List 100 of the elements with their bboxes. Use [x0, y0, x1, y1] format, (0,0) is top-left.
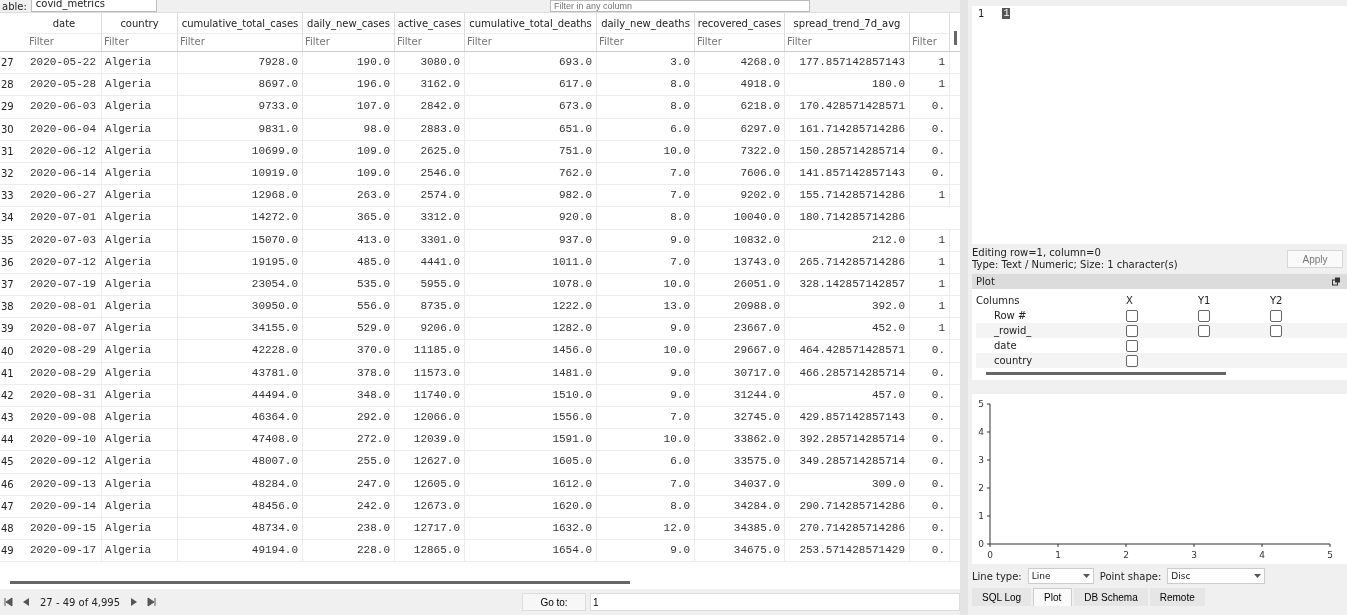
- checkbox[interactable]: [1126, 354, 1138, 367]
- column-header[interactable]: date: [52, 17, 76, 29]
- row-number[interactable]: 41: [0, 362, 27, 384]
- float-icon[interactable]: [1332, 277, 1341, 286]
- x-tick-label: 3: [1191, 550, 1197, 560]
- table-cell: 32745.0: [695, 407, 785, 429]
- global-filter-field[interactable]: Filter in any column: [550, 0, 810, 12]
- table-cell: 34155.0: [178, 318, 303, 340]
- checkbox[interactable]: [1198, 324, 1210, 337]
- vertical-scrollbar[interactable]: [954, 31, 957, 45]
- table-cell: 34675.0: [695, 540, 785, 562]
- table-cell: 2020-09-14: [27, 495, 102, 517]
- horizontal-scrollbar[interactable]: [986, 371, 1226, 375]
- last-page-icon[interactable]: [147, 597, 158, 607]
- table-cell: 12717.0: [395, 517, 465, 540]
- row-number[interactable]: 49: [0, 540, 27, 562]
- previous-icon[interactable]: [21, 597, 31, 607]
- table-cell: 1620.0: [465, 495, 597, 517]
- table-cell: 1: [910, 296, 950, 318]
- table-cell: 190.0: [303, 52, 395, 74]
- dock-tab[interactable]: Remote: [1149, 588, 1205, 606]
- horizontal-scrollbar[interactable]: [10, 580, 630, 584]
- caret-icon[interactable]: [1254, 574, 1262, 578]
- column-header[interactable]: active_cases: [397, 17, 462, 29]
- table-cell: Algeria: [102, 362, 178, 384]
- row-number[interactable]: 30: [0, 118, 27, 140]
- table-cell: 1456.0: [465, 340, 597, 362]
- checkbox[interactable]: [1270, 309, 1282, 322]
- checkbox[interactable]: [1126, 309, 1138, 322]
- table-cell: 452.0: [785, 318, 910, 340]
- row-number[interactable]: 45: [0, 451, 27, 473]
- table-cell: 370.0: [303, 340, 395, 362]
- table-cell: Algeria: [102, 229, 178, 251]
- table-cell: 535.0: [303, 273, 395, 296]
- table-cell: 8697.0: [178, 74, 303, 96]
- apply-button[interactable]: Apply: [1287, 250, 1343, 268]
- point-shape-select[interactable]: Disc: [1167, 568, 1266, 584]
- table-cell: 253.571428571429: [785, 540, 910, 562]
- table-cell: Algeria: [102, 96, 178, 118]
- row-number[interactable]: 48: [0, 517, 27, 540]
- table-cell: 2020-07-01: [27, 207, 102, 229]
- plot-column-name: Row #: [993, 310, 1028, 321]
- column-header[interactable]: daily_new_deaths: [601, 17, 690, 29]
- row-number[interactable]: 32: [0, 162, 27, 185]
- row-number[interactable]: 47: [0, 495, 27, 517]
- table-cell: 12627.0: [395, 451, 465, 473]
- table-cell: 6.0: [597, 118, 695, 140]
- row-number[interactable]: 34: [0, 207, 27, 229]
- table-cell: 7.0: [597, 162, 695, 185]
- row-number[interactable]: 42: [0, 384, 27, 406]
- row-number[interactable]: 27: [0, 52, 27, 74]
- table-cell: 10699.0: [178, 140, 303, 162]
- checkbox[interactable]: [1270, 324, 1282, 337]
- table-cell: 762.0: [465, 162, 597, 185]
- table-cell: 2020-09-12: [27, 451, 102, 473]
- checkbox[interactable]: [1126, 339, 1138, 352]
- first-page-icon[interactable]: [3, 597, 13, 607]
- column-header[interactable]: recovered_cases: [697, 17, 782, 29]
- row-number[interactable]: 33: [0, 185, 27, 207]
- row-number[interactable]: 35: [0, 229, 27, 251]
- row-number[interactable]: 29: [0, 96, 27, 118]
- column-header[interactable]: daily_new_cases: [307, 17, 390, 29]
- dock-tab[interactable]: DB Schema: [1074, 588, 1148, 606]
- table-select[interactable]: covid_metrics: [30, 0, 157, 12]
- table-cell: 693.0: [465, 52, 597, 74]
- table-cell: 0.: [910, 162, 950, 185]
- checkbox[interactable]: [1126, 324, 1138, 337]
- row-number[interactable]: 39: [0, 318, 27, 340]
- column-header[interactable]: cumulative_total_deaths: [469, 17, 592, 29]
- row-number[interactable]: 44: [0, 429, 27, 451]
- plot-column-name: _rowid_: [993, 325, 1033, 336]
- line-type-select[interactable]: Line: [1027, 568, 1094, 584]
- column-header[interactable]: cumulative_total_cases: [181, 17, 299, 29]
- go-to-button[interactable]: Go to:: [522, 593, 586, 611]
- row-number[interactable]: 36: [0, 251, 27, 273]
- table-cell: 4918.0: [695, 74, 785, 96]
- table-cell: 228.0: [303, 540, 395, 562]
- row-number[interactable]: 43: [0, 407, 27, 429]
- column-header[interactable]: spread_trend_7d_avg: [793, 17, 901, 29]
- table-cell: 485.0: [303, 251, 395, 273]
- row-number[interactable]: 38: [0, 296, 27, 318]
- dock-tab[interactable]: SQL Log: [972, 588, 1032, 606]
- dock-tab[interactable]: Plot: [1033, 588, 1073, 606]
- table-cell: 1612.0: [465, 473, 597, 495]
- row-number[interactable]: 31: [0, 140, 27, 162]
- table-cell: Algeria: [102, 273, 178, 296]
- table-cell: 0.: [910, 473, 950, 495]
- go-to-field[interactable]: 1: [590, 593, 960, 611]
- checkbox[interactable]: [1198, 309, 1210, 322]
- caret-icon[interactable]: [1082, 574, 1090, 578]
- table-cell: 150.285714285714: [785, 140, 910, 162]
- cell-editor[interactable]: 1 1: [972, 6, 1347, 244]
- table-cell: 378.0: [303, 362, 395, 384]
- row-number[interactable]: 37: [0, 273, 27, 296]
- row-number[interactable]: 28: [0, 74, 27, 96]
- table-cell: 23667.0: [695, 318, 785, 340]
- table-cell: Algeria: [102, 207, 178, 229]
- column-header[interactable]: country: [120, 17, 159, 29]
- row-number[interactable]: 46: [0, 473, 27, 495]
- row-number[interactable]: 40: [0, 340, 27, 362]
